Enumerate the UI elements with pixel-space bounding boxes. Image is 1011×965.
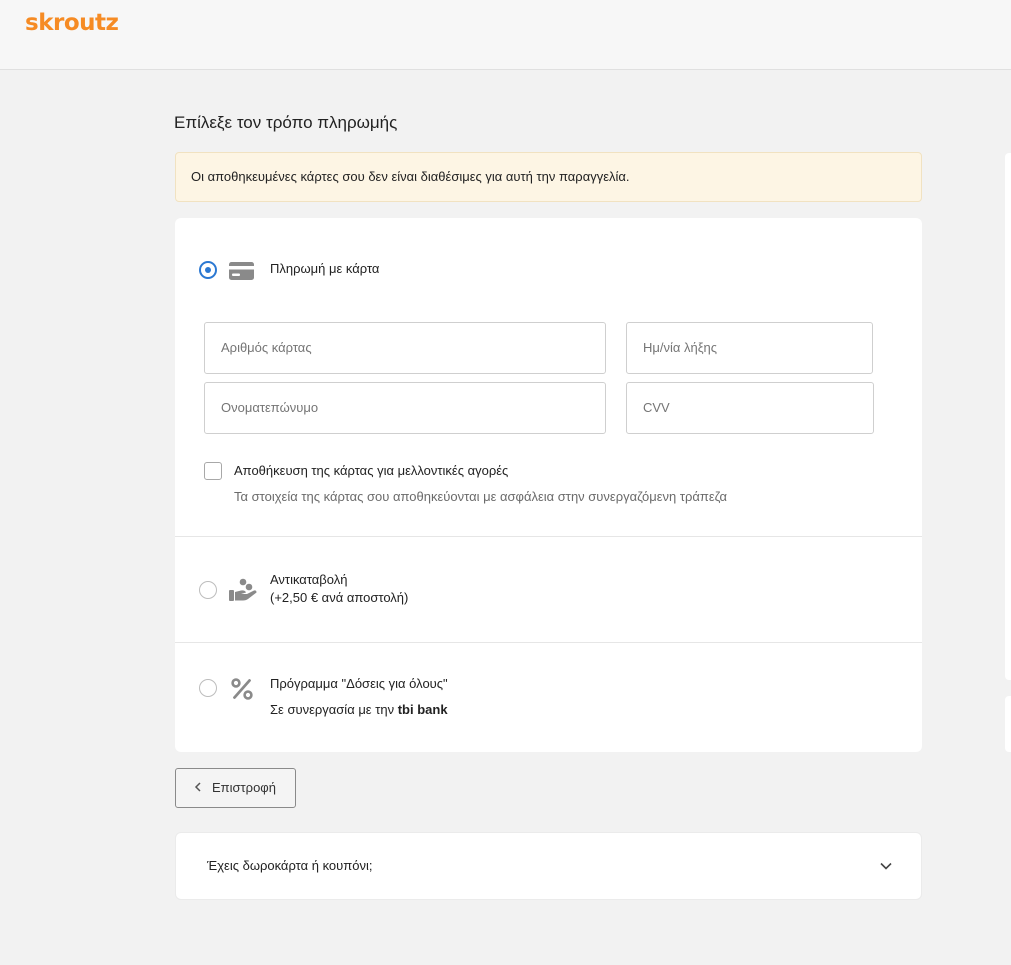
- page-title: Επίλεξε τον τρόπο πληρωμής: [174, 113, 398, 132]
- coupon-label: Έχεις δωροκάρτα ή κουπόνι;: [207, 858, 373, 873]
- card-expiry-input[interactable]: Ημ/νία λήξης: [626, 322, 873, 374]
- cardholder-name-input[interactable]: Ονοματεπώνυμο: [204, 382, 606, 434]
- payment-card-radio[interactable]: [199, 261, 217, 279]
- card-number-input[interactable]: Αριθμός κάρτας: [204, 322, 606, 374]
- coupon-accordion[interactable]: Έχεις δωροκάρτα ή κουπόνι;: [175, 832, 922, 900]
- hand-coins-icon: [229, 577, 257, 608]
- installments-partner: Σε συνεργασία με την tbi bank: [270, 701, 448, 719]
- payment-cod-label[interactable]: Αντικαταβολή: [270, 571, 347, 589]
- back-button-label: Επιστροφή: [212, 780, 276, 795]
- credit-card-icon: [229, 262, 254, 285]
- side-panel-edge: [1005, 696, 1011, 752]
- top-bar: skroutz: [0, 0, 1011, 70]
- divider: [175, 536, 922, 537]
- card-cvv-input[interactable]: CVV: [626, 382, 874, 434]
- skroutz-logo[interactable]: skroutz: [25, 10, 119, 36]
- order-summary-panel-edge: [1005, 153, 1011, 680]
- chevron-down-icon[interactable]: [879, 859, 893, 878]
- installments-partner-name: tbi bank: [397, 702, 448, 717]
- payment-installments-radio[interactable]: [199, 679, 217, 697]
- saved-cards-notice: Οι αποθηκευμένες κάρτες σου δεν είναι δι…: [175, 152, 922, 202]
- percent-icon: [231, 678, 253, 705]
- divider: [175, 642, 922, 643]
- payment-cod-radio[interactable]: [199, 581, 217, 599]
- payment-cod-fee: (+2,50 € ανά αποστολή): [270, 590, 409, 605]
- payment-card-label[interactable]: Πληρωμή με κάρτα: [270, 260, 379, 278]
- back-button[interactable]: Επιστροφή: [175, 768, 296, 808]
- save-card-hint: Τα στοιχεία της κάρτας σου αποθηκεύονται…: [234, 489, 728, 504]
- installments-partner-prefix: Σε συνεργασία με την: [270, 702, 395, 717]
- save-card-checkbox[interactable]: [204, 462, 222, 480]
- chevron-left-icon: [194, 769, 202, 807]
- payment-methods-card: Πληρωμή με κάρτα Αριθμός κάρτας Ημ/νία λ…: [175, 218, 922, 752]
- payment-installments-label[interactable]: Πρόγραμμα "Δόσεις για όλους": [270, 675, 448, 693]
- save-card-label[interactable]: Αποθήκευση της κάρτας για μελλοντικές αγ…: [234, 462, 508, 480]
